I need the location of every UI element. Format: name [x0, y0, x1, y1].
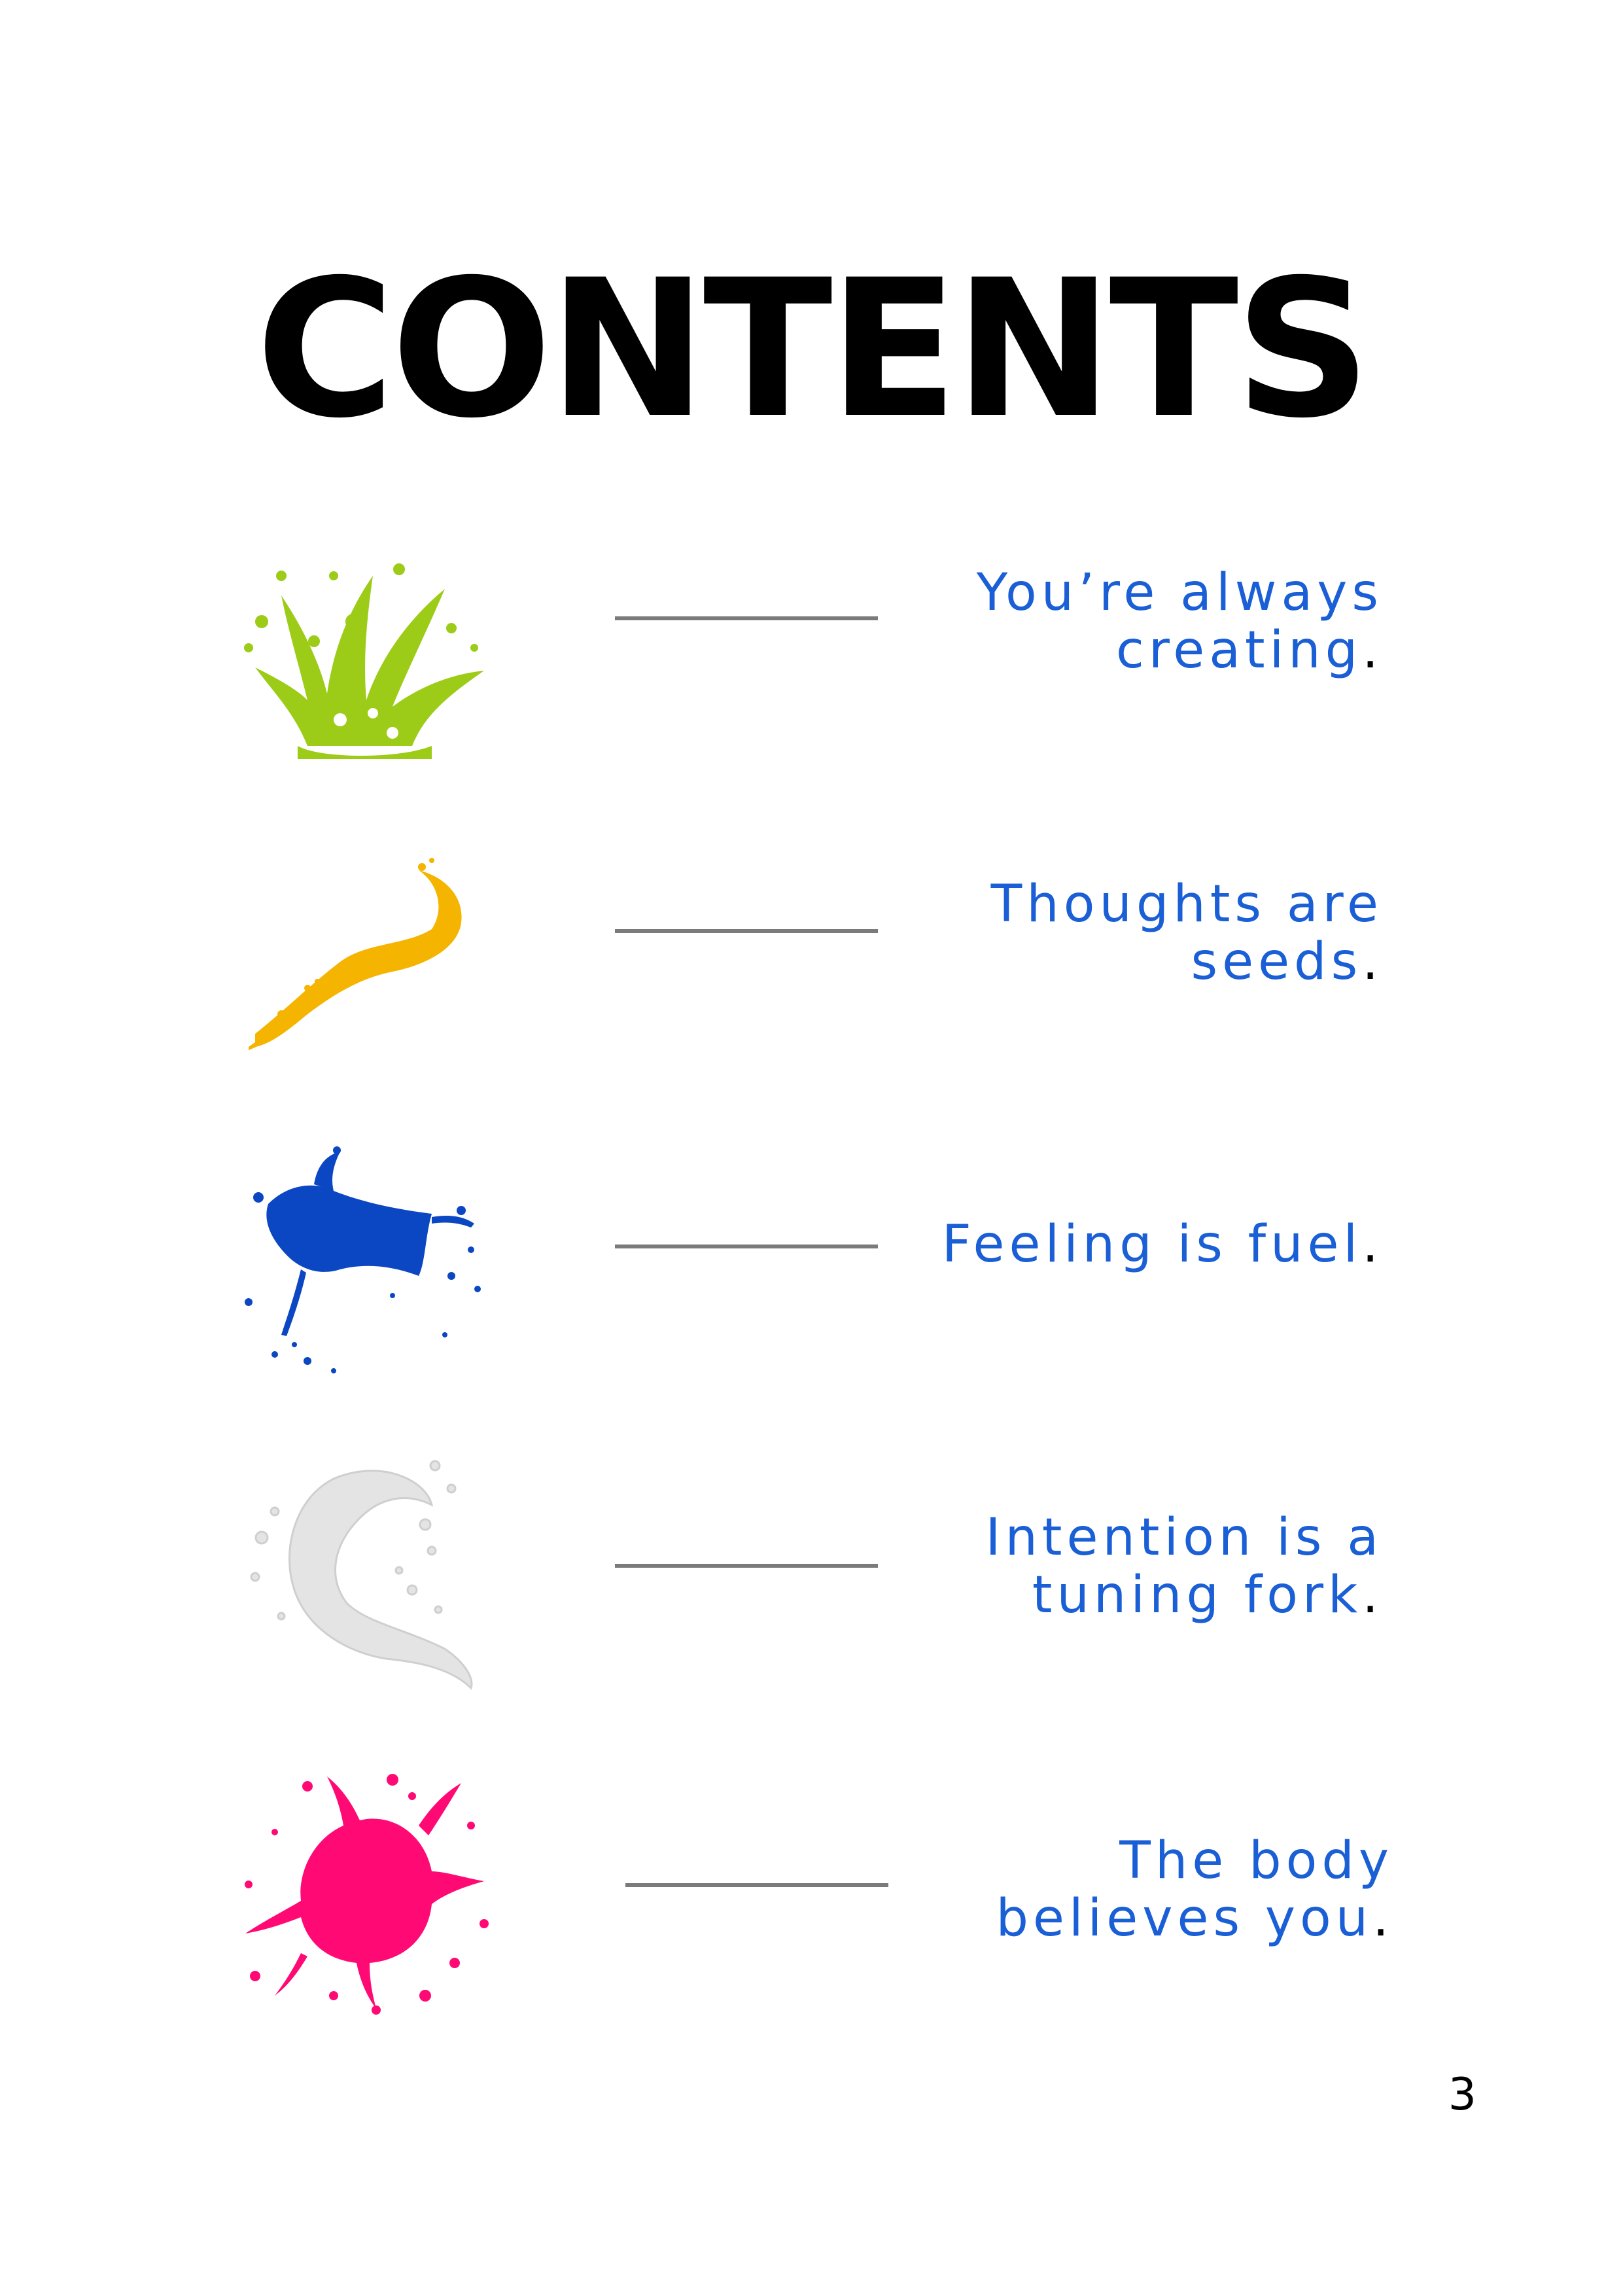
entry-period: .	[1362, 621, 1383, 680]
entry-line-1: Intention is a	[985, 1508, 1383, 1567]
contents-entry-4: Intention is a tuning fork.	[0, 1453, 1623, 1701]
entry-line-2: tuning fork	[1032, 1566, 1363, 1625]
entry-line-2: seeds	[1191, 932, 1363, 991]
entry-period: .	[1372, 1889, 1393, 1948]
contents-entry-1: You’re always creating.	[0, 550, 1623, 798]
entry-line-1: You’re always	[976, 563, 1383, 622]
contents-entry-text: Intention is a tuning fork.	[794, 1509, 1383, 1624]
page-number: 3	[1448, 2069, 1476, 2121]
entry-period: .	[1362, 1215, 1383, 1274]
page: CONTENTS You’re always creating. Thought…	[0, 0, 1623, 2296]
entry-line-2: Feeling is fuel.	[941, 1215, 1383, 1274]
blue-splash-icon	[236, 1145, 497, 1394]
contents-entry-text: Feeling is fuel.	[794, 1216, 1383, 1273]
entry-line-1: Thoughts are	[990, 875, 1383, 934]
contents-entry-3: Feeling is fuel.	[0, 1145, 1623, 1394]
pink-splash-icon	[236, 1767, 497, 2015]
contents-entry-5: The body believes you.	[0, 1767, 1623, 2015]
entry-period: .	[1362, 1566, 1383, 1625]
contents-entry-text: The body believes you.	[805, 1832, 1393, 1947]
white-splash-icon	[236, 1453, 497, 1701]
entry-line-2: creating	[1115, 621, 1363, 680]
green-splash-icon	[236, 550, 497, 798]
page-title: CONTENTS	[255, 239, 1371, 460]
contents-entry-2: Thoughts are seeds.	[0, 851, 1623, 1099]
entry-line-1: The body	[1119, 1831, 1393, 1890]
contents-entry-text: Thoughts are seeds.	[794, 875, 1383, 991]
contents-entry-text: You’re always creating.	[794, 564, 1383, 679]
entry-line-2: believes you	[996, 1889, 1373, 1948]
entry-period: .	[1362, 932, 1383, 991]
yellow-splash-icon	[236, 851, 497, 1099]
